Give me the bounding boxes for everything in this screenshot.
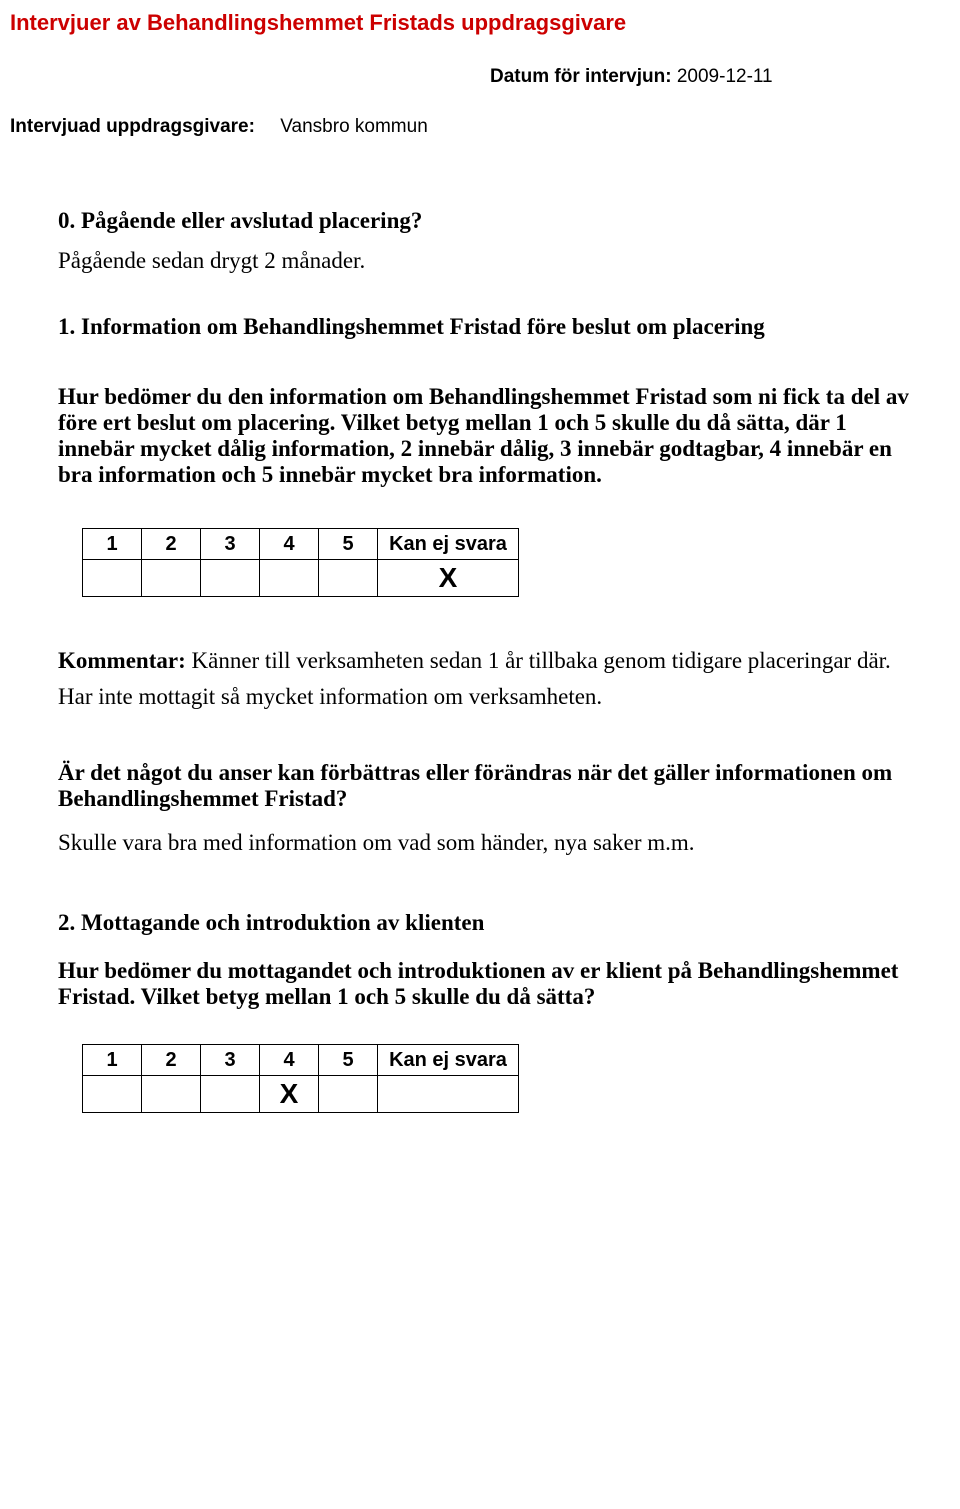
q2-rating-table: 1 2 3 4 5 Kan ej svara X [82, 1044, 519, 1113]
interviewee-line: Intervjuad uppdragsgivare: Vansbro kommu… [10, 116, 920, 138]
interviewee-value: Vansbro kommun [280, 116, 428, 137]
q1-scale-5: 5 [319, 529, 378, 560]
interview-date: Datum för intervjun: 2009-12-11 [10, 66, 920, 88]
q2-scale-3: 3 [201, 1045, 260, 1076]
q2-ans-3 [201, 1076, 260, 1113]
q1-followup-answer: Skulle vara bra med information om vad s… [58, 830, 920, 856]
interviewee-label: Intervjuad uppdragsgivare: [10, 116, 275, 138]
q2-scale-5: 5 [319, 1045, 378, 1076]
q2-scale-2: 2 [142, 1045, 201, 1076]
q2-ans-4: X [260, 1076, 319, 1113]
q1-followup-question: Är det något du anser kan förbättras ell… [58, 760, 920, 812]
q1-ans-1 [83, 560, 142, 597]
q1-scale-4: 4 [260, 529, 319, 560]
page-title: Intervjuer av Behandlingshemmet Fristads… [10, 10, 920, 36]
q1-scale-3: 3 [201, 529, 260, 560]
q1-ans-2 [142, 560, 201, 597]
q2-ans-5 [319, 1076, 378, 1113]
q2-ans-2 [142, 1076, 201, 1113]
q1-body: Hur bedömer du den information om Behand… [58, 384, 920, 488]
q2-ans-1 [83, 1076, 142, 1113]
q2-answer-row: X [83, 1076, 519, 1113]
q2-scale-1: 1 [83, 1045, 142, 1076]
q2-body: Hur bedömer du mottagandet och introdukt… [58, 958, 920, 1010]
q2-heading: 2. Mottagande och introduktion av klient… [58, 910, 920, 936]
q0-title: 0. Pågående eller avslutad placering? [58, 208, 920, 234]
q0-answer: Pågående sedan drygt 2 månader. [58, 248, 920, 274]
q1-comment-label: Kommentar: [58, 648, 186, 673]
q1-scale-kan: Kan ej svara [378, 529, 519, 560]
q1-scale-2: 2 [142, 529, 201, 560]
q2-ans-kan [378, 1076, 519, 1113]
q2-scale-header-row: 1 2 3 4 5 Kan ej svara [83, 1045, 519, 1076]
q2-scale-4: 4 [260, 1045, 319, 1076]
q1-ans-kan: X [378, 560, 519, 597]
q1-rating-table: 1 2 3 4 5 Kan ej svara X [82, 528, 519, 597]
q1-ans-3 [201, 560, 260, 597]
q1-comment: Kommentar: Känner till verksamheten seda… [58, 643, 920, 714]
q1-ans-4 [260, 560, 319, 597]
q1-answer-row: X [83, 560, 519, 597]
date-value-text: 2009-12-11 [677, 66, 773, 87]
q1-ans-5 [319, 560, 378, 597]
q1-heading: 1. Information om Behandlingshemmet Fris… [58, 314, 920, 340]
q1-scale-header-row: 1 2 3 4 5 Kan ej svara [83, 529, 519, 560]
q2-scale-kan: Kan ej svara [378, 1045, 519, 1076]
date-label: Datum för intervjun: [490, 66, 672, 87]
q1-scale-1: 1 [83, 529, 142, 560]
